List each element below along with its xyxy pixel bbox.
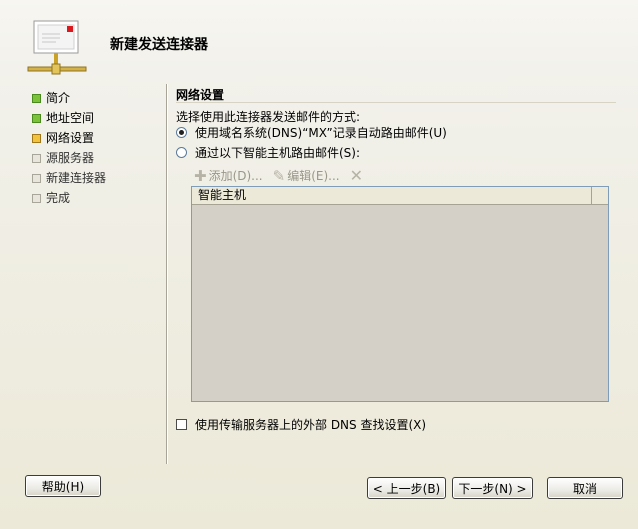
wizard-title: 新建发送连接器 [110,37,208,53]
step-intro: 简介 [32,88,160,108]
step-label: 简介 [46,91,71,105]
smarthost-toolbar: ✚ 添加(D)... ✎ 编辑(E)... ✕ [194,166,375,185]
help-button[interactable]: 帮助(H) [25,475,101,497]
step-source-server: 源服务器 [32,148,160,168]
add-button[interactable]: ✚ 添加(D)... [194,167,263,185]
edit-button[interactable]: ✎ 编辑(E)... [273,167,340,185]
external-dns-checkbox[interactable] [176,419,187,430]
delete-x-icon: ✕ [349,166,364,185]
radio-smarthost-label[interactable]: 通过以下智能主机路由邮件(S): [195,144,360,161]
wizard-header: 新建发送连接器 [0,0,638,80]
step-current-icon [32,133,41,143]
external-dns-label[interactable]: 使用传输服务器上的外部 DNS 查找设置(X) [195,416,426,433]
edit-label: 编辑(E)... [287,169,340,183]
step-pending-icon [32,173,41,183]
step-label: 完成 [46,191,71,205]
back-button[interactable]: < 上一步(B) [367,477,446,499]
routing-prompt: 选择使用此连接器发送邮件的方式: [176,110,361,124]
step-label: 源服务器 [46,151,95,165]
remove-button[interactable]: ✕ [350,166,365,185]
next-button[interactable]: 下一步(N) > [452,477,533,499]
step-done-icon [32,93,41,103]
step-complete: 完成 [32,188,160,208]
step-done-icon [32,113,41,123]
radio-dns-label[interactable]: 使用域名系统(DNS)“MX”记录自动路由邮件(U) [195,124,447,141]
envelope-network-icon [27,20,87,75]
section-title: 网络设置 [176,88,225,102]
column-header-spacer [592,187,608,204]
list-header: 智能主机 [192,187,608,205]
step-pending-icon [32,193,41,203]
step-new-connector: 新建连接器 [32,168,160,188]
step-pending-icon [32,153,41,163]
radio-button-checked[interactable] [176,127,187,138]
column-header-smarthost[interactable]: 智能主机 [192,187,592,204]
new-send-connector-wizard: 新建发送连接器 简介 地址空间 网络设置 源服务器 新建连接器 完成 网络设置 [0,0,638,529]
external-dns-option[interactable]: 使用传输服务器上的外部 DNS 查找设置(X) [176,416,426,433]
step-label: 新建连接器 [46,171,107,185]
radio-button[interactable] [176,147,187,158]
add-label: 添加(D)... [208,169,263,183]
step-address-space: 地址空间 [32,108,160,128]
plus-icon: ✚ [194,166,207,185]
step-label: 网络设置 [46,131,95,145]
steps-divider [166,84,167,464]
step-label: 地址空间 [46,111,95,125]
smarthost-list[interactable]: 智能主机 [191,186,609,402]
section-rule [176,102,616,103]
step-network-settings: 网络设置 [32,128,160,148]
cancel-button[interactable]: 取消 [547,477,623,499]
radio-smart-host[interactable]: 通过以下智能主机路由邮件(S): [176,144,360,161]
radio-dns-mx[interactable]: 使用域名系统(DNS)“MX”记录自动路由邮件(U) [176,124,447,141]
wizard-steps: 简介 地址空间 网络设置 源服务器 新建连接器 完成 [32,88,160,208]
pencil-icon: ✎ [272,166,286,185]
